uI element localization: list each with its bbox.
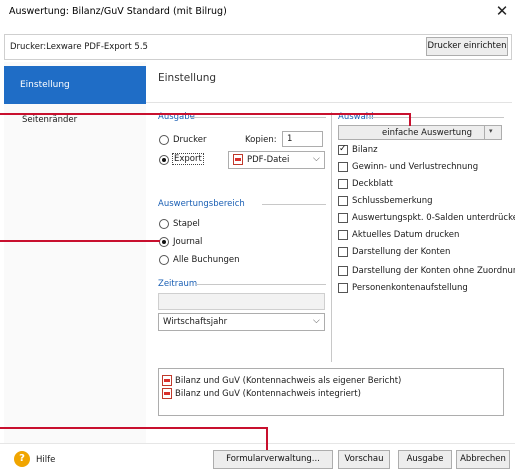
label-stapel: Stapel [173, 219, 200, 229]
pdf-file-icon [162, 388, 172, 399]
auswahl-mode-value: einfache Auswertung [382, 128, 472, 138]
label-personenkonten: Personenkontenaufstellung [352, 283, 468, 293]
callout-line [266, 427, 268, 450]
checkbox-guv[interactable] [338, 162, 348, 172]
formularverwaltung-button[interactable]: Formularverwaltung... [213, 450, 333, 469]
radio-stapel[interactable] [159, 219, 169, 229]
group-title-zeitraum: Zeitraum [158, 279, 198, 289]
group-line [190, 117, 326, 118]
abbrechen-button[interactable]: Abbrechen [456, 450, 510, 469]
label-alle-buchungen: Alle Buchungen [173, 255, 240, 265]
printer-setup-button[interactable]: Drucker einrichten [426, 37, 508, 56]
checkbox-konten-ohne-zuordnung[interactable] [338, 266, 348, 276]
close-icon[interactable]: ✕ [491, 2, 513, 22]
checkbox-bilanz[interactable] [338, 144, 348, 155]
page-title: Einstellung [158, 72, 217, 84]
chevron-down-icon: ⌵ [313, 316, 320, 326]
footer-divider [0, 443, 515, 444]
group-title-bereich: Auswertungsbereich [158, 199, 245, 209]
callout-line [0, 240, 160, 242]
checkbox-datum[interactable] [338, 230, 348, 240]
window-title: Auswertung: Bilanz/GuV Standard (mit Bil… [9, 6, 227, 17]
radio-journal[interactable] [159, 237, 169, 247]
label-nullsalden: Auswertungspkt. 0-Salden unterdrücken [352, 213, 515, 223]
checkbox-nullsalden[interactable] [338, 213, 348, 223]
nav-item-einstellung[interactable]: Einstellung [4, 66, 146, 104]
label-journal: Journal [173, 237, 203, 247]
label-konten-ohne-zuordnung: Darstellung der Konten ohne Zuordnung [352, 266, 515, 276]
checkbox-deckblatt[interactable] [338, 179, 348, 189]
label-kopien: Kopien: [245, 135, 277, 145]
group-line [262, 204, 326, 205]
label-guv: Gewinn- und Verlustrechnung [352, 162, 479, 172]
chevron-down-icon: ⌵ [313, 154, 320, 164]
list-item[interactable]: Bilanz und GuV (Kontennachweis als eigen… [175, 376, 401, 386]
radio-export[interactable] [159, 155, 169, 165]
checkbox-schlussbemerkung[interactable] [338, 196, 348, 206]
label-konten: Darstellung der Konten [352, 247, 451, 257]
ausgabe-button[interactable]: Ausgabe [398, 450, 452, 469]
label-export: Export [172, 153, 204, 165]
label-drucker: Drucker [173, 135, 207, 145]
checkbox-personenkonten[interactable] [338, 283, 348, 293]
callout-line [409, 113, 411, 126]
label-deckblatt: Deckblatt [352, 179, 394, 189]
vorschau-button[interactable]: Vorschau [338, 450, 390, 469]
kopien-input[interactable]: 1 [282, 131, 323, 147]
help-label[interactable]: Hilfe [36, 455, 55, 465]
label-datum: Aktuelles Datum drucken [352, 230, 460, 240]
group-line [196, 284, 326, 285]
callout-line [0, 427, 268, 429]
zeitraum-input[interactable] [158, 293, 325, 310]
column-separator [331, 112, 332, 362]
callout-line [0, 113, 411, 115]
format-select-value: PDF-Datei [247, 155, 290, 165]
printer-label: Drucker:Lexware PDF-Export 5.5 [10, 42, 148, 52]
group-line [368, 117, 504, 118]
checkbox-konten[interactable] [338, 247, 348, 257]
pdf-file-icon [233, 154, 243, 165]
list-item[interactable]: Bilanz und GuV (Kontennachweis integrier… [175, 389, 361, 399]
heading-divider [146, 102, 512, 103]
radio-drucker[interactable] [159, 135, 169, 145]
dropdown-arrow-icon: ▾ [489, 127, 493, 135]
pdf-file-icon [162, 375, 172, 386]
select-divider [484, 126, 485, 139]
question-circle-icon[interactable]: ? [14, 451, 30, 467]
label-bilanz: Bilanz [352, 145, 378, 155]
radio-alle-buchungen[interactable] [159, 255, 169, 265]
label-schlussbemerkung: Schlussbemerkung [352, 196, 433, 206]
period-select-value: Wirtschaftsjahr [163, 317, 228, 327]
